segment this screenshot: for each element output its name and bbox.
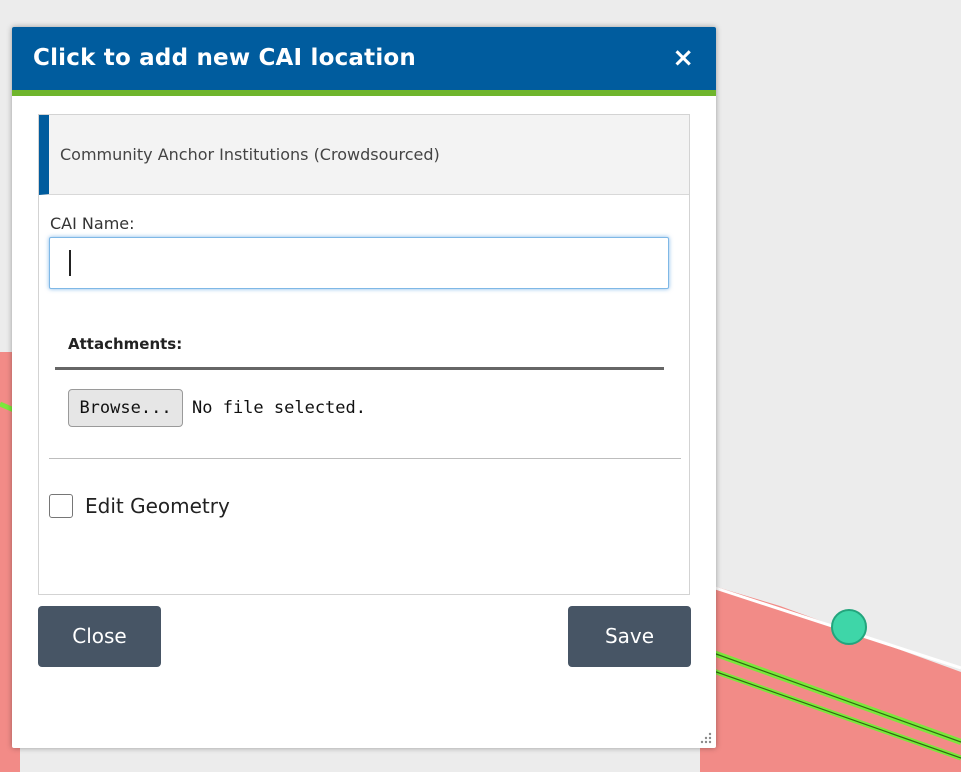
edit-geometry-label: Edit Geometry	[85, 494, 230, 518]
map-point-marker[interactable]	[831, 609, 867, 645]
resize-grip-icon[interactable]	[698, 730, 712, 744]
close-button[interactable]: Close	[38, 606, 161, 667]
close-icon[interactable]: ×	[672, 27, 694, 90]
attachments-label: Attachments:	[68, 335, 183, 353]
browse-button[interactable]: Browse...	[68, 389, 183, 427]
layer-name: Community Anchor Institutions (Crowdsour…	[60, 145, 440, 164]
text-cursor	[69, 250, 71, 276]
layer-header: Community Anchor Institutions (Crowdsour…	[39, 115, 689, 195]
file-status: No file selected.	[192, 398, 366, 418]
save-button[interactable]: Save	[568, 606, 691, 667]
dialog-title: Click to add new CAI location	[33, 45, 417, 71]
section-divider	[49, 458, 681, 459]
cai-name-input[interactable]	[49, 237, 669, 289]
dialog-header[interactable]: Click to add new CAI location ×	[12, 27, 716, 96]
attribute-form: Community Anchor Institutions (Crowdsour…	[38, 114, 690, 595]
edit-geometry-checkbox[interactable]	[49, 494, 73, 518]
cai-name-label: CAI Name:	[50, 214, 135, 233]
attachments-divider	[55, 367, 664, 370]
edit-geometry-toggle[interactable]: Edit Geometry	[49, 492, 230, 520]
map-view[interactable]: Click to add new CAI location × Communit…	[0, 0, 961, 772]
add-cai-dialog: Click to add new CAI location × Communit…	[12, 27, 716, 748]
